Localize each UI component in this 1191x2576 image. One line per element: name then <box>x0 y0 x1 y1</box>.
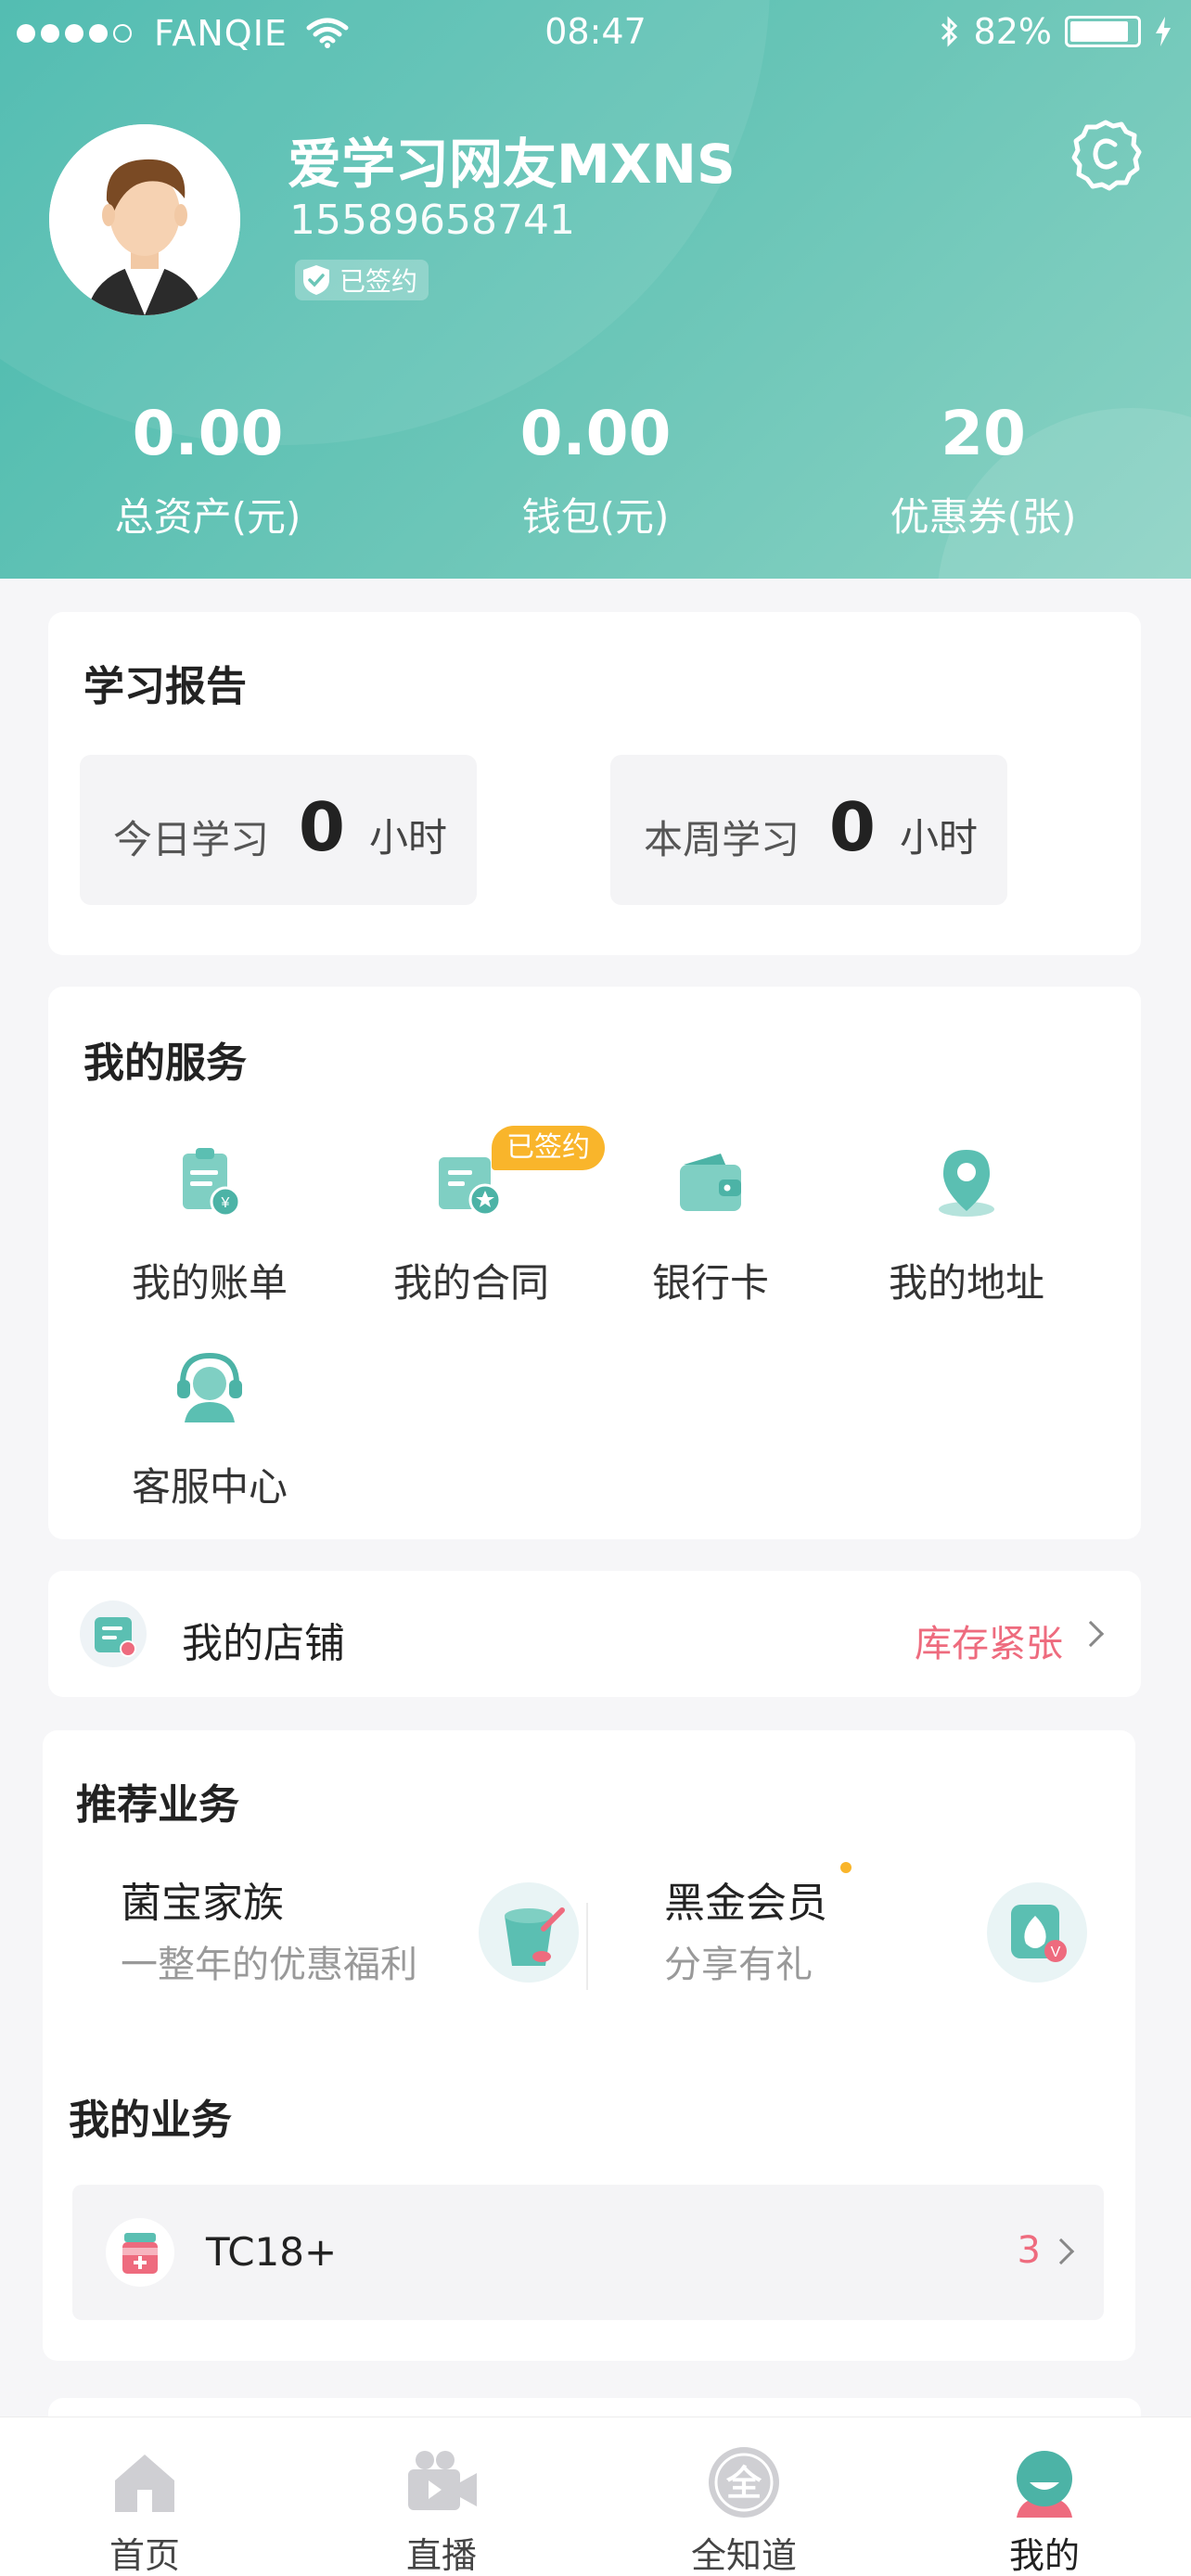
user-phone: 15589658741 <box>289 197 575 244</box>
tab-label: 我的 <box>1008 2535 1080 2576</box>
store-icon <box>80 1600 147 1667</box>
my-business-title: 我的业务 <box>69 2097 232 2144</box>
bill-icon: ¥ <box>183 1148 241 1218</box>
business-item-icon <box>106 2218 174 2287</box>
chevron-right-icon <box>1077 1620 1105 1648</box>
battery-percent: 82% <box>973 11 1052 52</box>
shield-check-icon <box>303 265 329 295</box>
service-bank-card[interactable]: 银行卡 <box>590 1142 831 1308</box>
services-title: 我的服务 <box>83 1039 247 1087</box>
profile-header: FANQIE 08:47 82% 爱学习网友MXNS 15589658741 已… <box>0 0 1191 579</box>
business-item-label: TC18+ <box>206 2229 338 2275</box>
live-camera-icon <box>408 2451 477 2510</box>
tab-home[interactable]: 首页 <box>33 2417 256 2576</box>
contract-signed-tag: 已签约 <box>492 1126 605 1170</box>
signed-badge-label: 已签约 <box>339 266 418 297</box>
home-icon <box>115 2455 174 2512</box>
svg-text:V: V <box>1051 1945 1061 1960</box>
stat-value: 20 <box>941 398 1026 469</box>
location-icon <box>939 1150 994 1217</box>
business-card: 推荐业务 菌宝家族 一整年的优惠福利 黑金会员 分享有礼 V 我的业务 TC18… <box>43 1730 1135 2361</box>
tab-mine[interactable]: 我的 <box>933 2417 1156 2576</box>
store-label: 我的店铺 <box>182 1620 345 1667</box>
yogurt-cup-icon <box>479 1882 579 1983</box>
quanzhidao-icon: 全 <box>709 2447 779 2518</box>
tab-label: 直播 <box>405 2535 477 2576</box>
stat-value: 0.00 <box>519 398 672 469</box>
battery-icon <box>1065 16 1141 47</box>
recommended-item-black-gold[interactable]: 黑金会员 分享有礼 V <box>625 1862 1126 1999</box>
rec-item-title: 菌宝家族 <box>121 1880 284 1927</box>
bluetooth-icon <box>941 16 957 47</box>
my-store-row[interactable]: 我的店铺 库存紧张 <box>48 1571 1141 1697</box>
services-card: 我的服务 ¥ 我的账单 我的合同 已签约 银行卡 我的地址 客服中心 <box>48 987 1141 1539</box>
service-address[interactable]: 我的地址 <box>846 1142 1087 1308</box>
signed-status-badge: 已签约 <box>295 260 429 300</box>
user-name: 爱学习网友MXNS <box>288 133 736 196</box>
service-label: 我的账单 <box>131 1260 288 1306</box>
study-report-title: 学习报告 <box>83 663 247 710</box>
week-study-unit: 小时 <box>899 815 978 861</box>
stat-wallet[interactable]: 0.00 钱包(元) <box>456 397 735 542</box>
today-study-value: 0 <box>298 788 345 866</box>
today-study-unit: 小时 <box>368 815 447 861</box>
tab-bar: 首页 直播 全 全知道 我的 <box>0 2417 1191 2576</box>
stat-value: 0.00 <box>132 398 284 469</box>
week-study-label: 本周学习 <box>644 817 800 862</box>
chevron-right-icon <box>1047 2238 1075 2265</box>
service-customer-center[interactable]: 客服中心 <box>89 1346 330 1512</box>
study-report-card: 学习报告 今日学习 0 小时 本周学习 0 小时 <box>48 612 1141 955</box>
stat-label: 总资产(元) <box>114 494 301 540</box>
vip-member-icon: V <box>987 1882 1087 1983</box>
today-study-box[interactable]: 今日学习 0 小时 <box>80 755 477 905</box>
customer-service-icon <box>177 1352 242 1422</box>
service-label: 客服中心 <box>131 1464 288 1510</box>
svg-text:全: 全 <box>725 2463 762 2504</box>
stock-status: 库存紧张 <box>915 1623 1063 1665</box>
recommended-title: 推荐业务 <box>76 1781 239 1829</box>
recommended-item-junbao[interactable]: 菌宝家族 一整年的优惠福利 <box>80 1869 581 1999</box>
new-dot-badge <box>840 1862 852 1873</box>
avatar-illustration <box>49 124 240 315</box>
status-bar: FANQIE 08:47 82% <box>0 0 1191 65</box>
service-label: 银行卡 <box>651 1260 769 1306</box>
tab-label: 全知道 <box>690 2535 797 2576</box>
stat-label: 钱包(元) <box>521 494 670 540</box>
week-study-value: 0 <box>828 788 876 866</box>
service-label: 我的合同 <box>392 1260 549 1306</box>
wallet-icon <box>680 1154 741 1211</box>
service-label: 我的地址 <box>888 1260 1044 1306</box>
settings-icon[interactable] <box>1069 117 1143 191</box>
avatar[interactable] <box>49 124 240 315</box>
charging-icon <box>1156 17 1171 46</box>
tab-live[interactable]: 直播 <box>330 2417 553 2576</box>
business-item-tc18[interactable]: TC18+ 3 <box>72 2185 1104 2320</box>
stat-total-assets[interactable]: 0.00 总资产(元) <box>69 397 347 542</box>
business-item-count: 3 <box>1017 2229 1041 2272</box>
week-study-box[interactable]: 本周学习 0 小时 <box>610 755 1007 905</box>
stat-label: 优惠券(张) <box>890 494 1077 540</box>
tab-label: 首页 <box>109 2535 180 2576</box>
today-study-label: 今日学习 <box>113 817 270 862</box>
tab-quanzhidao[interactable]: 全 全知道 <box>633 2417 855 2576</box>
service-bill[interactable]: ¥ 我的账单 <box>89 1142 330 1308</box>
profile-icon <box>1017 2451 1072 2518</box>
rec-item-title: 黑金会员 <box>664 1880 827 1927</box>
rec-item-subtitle: 分享有礼 <box>664 1944 813 1986</box>
rec-item-subtitle: 一整年的优惠福利 <box>121 1944 417 1986</box>
svg-text:¥: ¥ <box>221 1195 230 1211</box>
divider <box>586 1903 588 1990</box>
stat-coupons[interactable]: 20 优惠券(张) <box>844 397 1122 542</box>
